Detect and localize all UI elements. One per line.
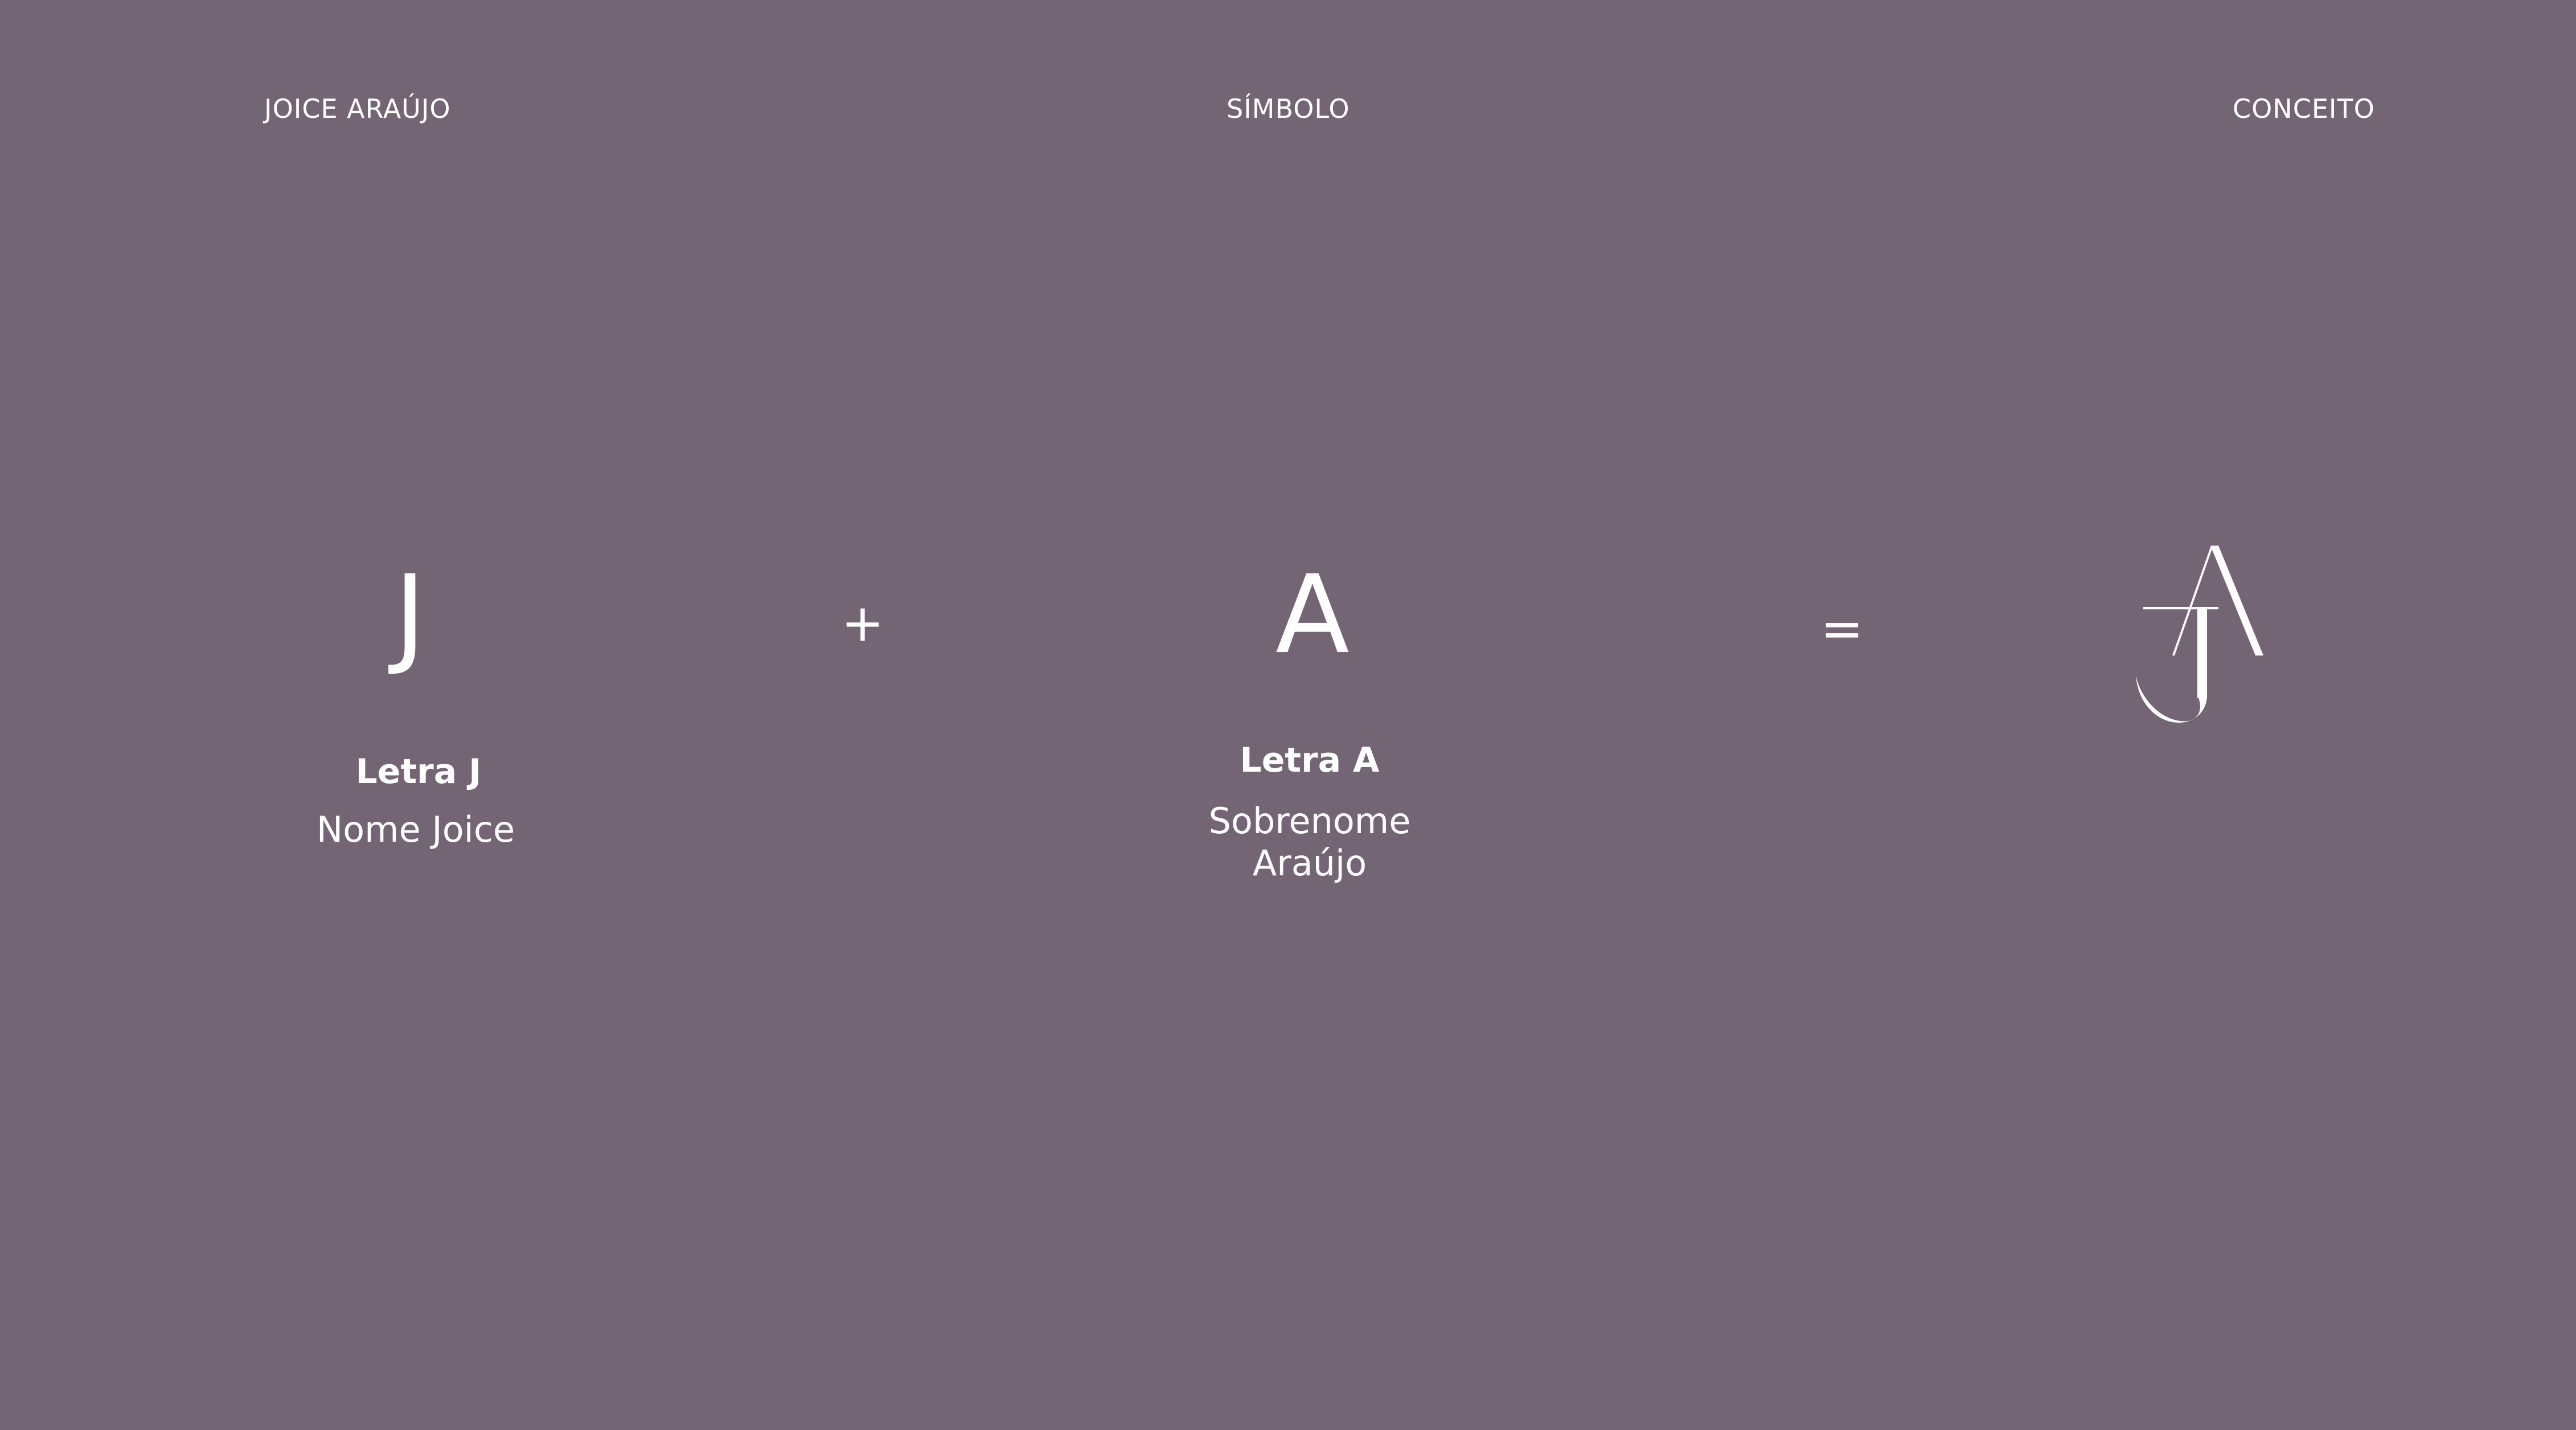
caption-j-description: Nome Joice — [316, 809, 515, 850]
caption-a-description-line2: Araújo — [1252, 842, 1367, 884]
ja-monogram-icon — [2124, 541, 2278, 729]
letter-j: J — [393, 552, 426, 678]
letter-a: A — [1275, 552, 1349, 678]
caption-a-description: Sobrenome Araújo — [1156, 800, 1463, 884]
slide-canvas: JOICE ARAÚJO SÍMBOLO CONCEITO J + A = Le… — [0, 0, 2576, 1430]
caption-a-title: Letra A — [1240, 740, 1380, 780]
header-concept-label: CONCEITO — [2233, 93, 2375, 124]
caption-j-title: Letra J — [355, 752, 482, 792]
header-brand-name: JOICE ARAÚJO — [264, 93, 451, 124]
caption-a-description-line1: Sobrenome — [1208, 800, 1411, 842]
plus-sign: + — [841, 593, 884, 653]
header-section-title: SÍMBOLO — [1227, 93, 1350, 124]
equals-sign: = — [1820, 599, 1864, 659]
